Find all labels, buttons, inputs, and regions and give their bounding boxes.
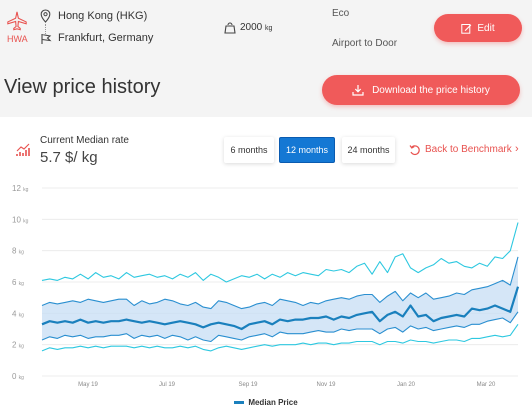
price-history-chart: 0 kg 2 kg 4 kg 6 kg 8 kg 10 kg 12 kg May 19 Jul … — [12, 184, 520, 388]
destination-label: Frankfurt, Germany — [58, 32, 154, 44]
legend-swatch — [234, 401, 245, 404]
x-tick-label: Nov 19 — [316, 382, 336, 388]
series-line-upper — [41, 222, 519, 283]
edit-button[interactable]: Edit — [434, 14, 522, 42]
carrier-code: HWA — [7, 34, 28, 44]
x-tick-label: Mar 20 — [477, 382, 496, 388]
page-title: View price history — [4, 76, 161, 98]
download-icon — [352, 85, 364, 96]
y-tick-label: 8 kg — [12, 247, 24, 256]
x-tick-label: Jan 20 — [397, 382, 416, 388]
y-tick-label: 10 kg — [12, 215, 29, 224]
current-rate-value: 5.7 $/ kg — [40, 149, 98, 166]
y-tick-label: 6 kg — [12, 278, 24, 287]
chart-legend: Median Price — [0, 398, 532, 407]
weight-value: 2000 kg — [240, 22, 273, 33]
x-tick-label: May 19 — [78, 382, 98, 388]
y-tick-label: 0 kg — [12, 372, 24, 381]
edit-icon — [461, 23, 472, 34]
weight-icon — [224, 22, 236, 34]
destination-flag-icon — [41, 33, 52, 44]
y-tick-label: 12 kg — [12, 184, 29, 193]
download-history-button[interactable]: Download the price history — [322, 75, 520, 105]
tab-24-months[interactable]: 24 months — [342, 137, 395, 163]
chart-trend-icon — [16, 143, 30, 156]
edit-label: Edit — [477, 22, 495, 34]
tab-6-months[interactable]: 6 months — [224, 137, 274, 163]
current-rate-label: Current Median rate — [40, 135, 129, 146]
origin-pin-icon — [40, 9, 51, 23]
x-tick-label: Jul 19 — [159, 382, 176, 388]
back-to-benchmark-link[interactable]: Back to Benchmark — [425, 144, 512, 155]
chevron-right-icon: › — [515, 143, 519, 155]
y-tick-label: 4 kg — [12, 309, 24, 318]
tab-12-months[interactable]: 12 months — [279, 137, 335, 163]
legend-label: Median Price — [248, 398, 298, 407]
back-arrow-icon — [409, 145, 420, 156]
download-label: Download the price history — [372, 84, 490, 96]
delivery-type: Airport to Door — [332, 38, 398, 49]
airplane-icon — [7, 11, 27, 31]
origin-label: Hong Kong (HKG) — [58, 10, 148, 22]
service-level: Eco — [332, 8, 350, 19]
x-tick-label: Sep 19 — [238, 382, 258, 388]
y-tick-label: 2 kg — [12, 341, 24, 350]
